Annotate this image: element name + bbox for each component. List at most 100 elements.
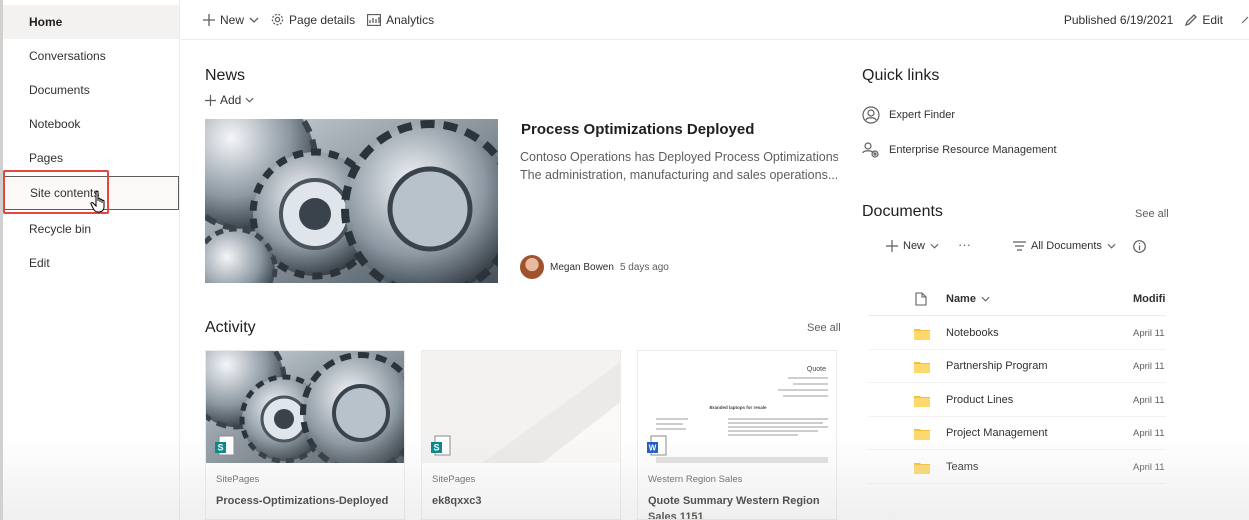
- page-details-button[interactable]: Page details: [271, 13, 355, 27]
- row-name[interactable]: Product Lines: [946, 394, 1013, 406]
- nav-item-home[interactable]: Home: [3, 5, 179, 39]
- activity-card[interactable]: S SitePages Process-Optimizations-Deploy…: [205, 350, 405, 520]
- post-time: 5 days ago: [619, 261, 669, 273]
- card-meta: Western Region Sales: [648, 474, 743, 485]
- card-meta: SitePages: [432, 474, 476, 485]
- gear-icon: [271, 13, 284, 26]
- people-settings-icon: [862, 142, 879, 158]
- info-icon: [1133, 239, 1146, 253]
- news-add-button[interactable]: Add: [205, 93, 254, 107]
- chevron-down-icon: [249, 17, 259, 23]
- quicklink-label: Expert Finder: [889, 109, 956, 121]
- folder-icon: [914, 362, 930, 373]
- news-image[interactable]: [205, 119, 498, 283]
- more-options-button[interactable]: ···: [958, 234, 971, 254]
- avatar: [520, 255, 544, 279]
- activity-card[interactable]: S SitePages ek8qxxc3: [421, 350, 621, 520]
- new-label: New: [220, 12, 245, 27]
- table-row[interactable]: Teams April 11: [868, 451, 1166, 484]
- nav-item-label: Recycle bin: [29, 222, 92, 236]
- documents-new-button[interactable]: New: [886, 236, 939, 256]
- table-row[interactable]: Product Lines April 11: [868, 384, 1166, 417]
- modified-column-header[interactable]: Modifi: [1133, 293, 1165, 305]
- analytics-label: Analytics: [386, 12, 435, 27]
- nav-item-edit[interactable]: Edit: [3, 246, 179, 280]
- name-column-label: Name: [946, 293, 976, 305]
- chevron-down-icon: [245, 97, 254, 103]
- quicklink-label: Enterprise Resource Management: [889, 144, 1057, 156]
- news-title-link[interactable]: Process Optimizations Deployed: [521, 121, 754, 138]
- sharepoint-page-icon: S: [431, 435, 451, 456]
- view-label: All Documents: [1031, 240, 1102, 252]
- nav-item-label: Pages: [29, 151, 64, 165]
- row-modified: April 11: [1133, 395, 1165, 406]
- svg-text:S: S: [433, 443, 439, 453]
- nav-item-documents[interactable]: Documents: [3, 73, 179, 107]
- card-title: ek8qxxc3: [432, 495, 482, 507]
- folder-icon: [914, 463, 930, 474]
- row-name[interactable]: Project Management: [946, 427, 1048, 439]
- edit-label: Edit: [1202, 13, 1223, 27]
- table-row[interactable]: Project Management April 11: [868, 417, 1166, 450]
- news-author: Megan Bowen 5 days ago: [520, 255, 669, 279]
- row-name[interactable]: Notebooks: [946, 327, 999, 339]
- row-modified: April 11: [1133, 462, 1165, 473]
- new-button[interactable]: New: [203, 13, 259, 27]
- expand-icon[interactable]: [1241, 16, 1249, 24]
- view-selector[interactable]: All Documents: [1013, 236, 1116, 256]
- news-desc-line2: The administration, manufacturing and sa…: [520, 167, 838, 182]
- author-name[interactable]: Megan Bowen: [550, 262, 614, 273]
- activity-heading: Activity: [205, 319, 256, 336]
- hand-cursor-icon: [90, 190, 105, 213]
- person-search-icon: [862, 106, 880, 124]
- svg-text:W: W: [649, 444, 657, 453]
- folder-icon: [914, 396, 930, 407]
- chevron-down-icon: [930, 243, 939, 249]
- card-thumbnail: S: [206, 351, 404, 463]
- activity-see-all-link[interactable]: See all: [807, 322, 841, 334]
- nav-item-notebook[interactable]: Notebook: [3, 107, 179, 141]
- row-name[interactable]: Teams: [946, 461, 978, 473]
- name-column-header[interactable]: Name: [946, 293, 990, 305]
- svg-text:S: S: [217, 443, 223, 453]
- quicklink-enterprise-resource[interactable]: Enterprise Resource Management: [862, 141, 1057, 159]
- nav-item-label: Documents: [29, 83, 90, 97]
- card-thumbnail: Quote Branded laptops for resale W: [638, 351, 836, 463]
- command-bar: New Page details Analytics Published 6/1…: [181, 0, 1249, 40]
- edit-page-button[interactable]: Edit: [1185, 13, 1223, 27]
- page-details-label: Page details: [289, 12, 356, 27]
- published-status: Published 6/19/2021: [1063, 13, 1174, 27]
- word-document-icon: W: [647, 435, 667, 456]
- table-row[interactable]: Partnership Program April 11: [868, 350, 1166, 383]
- nav-item-label: Home: [29, 15, 63, 29]
- row-modified: April 11: [1133, 428, 1165, 439]
- gears-image: [205, 119, 498, 283]
- command-bar-right: Published 6/19/2021 Edit: [1064, 0, 1249, 40]
- documents-heading: Documents: [862, 203, 943, 220]
- card-title: Process-Optimizations-Deployed: [216, 495, 389, 507]
- table-row[interactable]: Notebooks April 11: [868, 317, 1166, 350]
- nav-item-conversations[interactable]: Conversations: [3, 39, 179, 73]
- folder-icon: [914, 329, 930, 340]
- nav-item-label: Edit: [29, 256, 50, 270]
- quicklink-expert-finder[interactable]: Expert Finder: [862, 106, 955, 124]
- plus-icon: [203, 13, 215, 26]
- file-type-icon[interactable]: [915, 292, 927, 306]
- row-modified: April 11: [1133, 328, 1165, 339]
- add-label: Add: [220, 93, 242, 107]
- chevron-down-icon: [981, 296, 990, 302]
- folder-icon: [914, 429, 930, 440]
- nav-item-recycle-bin[interactable]: Recycle bin: [3, 212, 179, 246]
- quicklinks-heading: Quick links: [862, 67, 940, 84]
- card-title: Quote Summary Western Region Sales 1151: [648, 495, 820, 520]
- analytics-button[interactable]: Analytics: [367, 13, 434, 27]
- documents-table-header: Name Modifi: [868, 284, 1166, 316]
- info-button[interactable]: [1133, 236, 1146, 256]
- documents-see-all-link[interactable]: See all: [1135, 208, 1169, 220]
- row-name[interactable]: Partnership Program: [946, 360, 1048, 372]
- doc-new-label: New: [903, 240, 926, 252]
- nav-item-label: Conversations: [29, 49, 106, 63]
- activity-card[interactable]: Quote Branded laptops for resale W Weste…: [637, 350, 837, 520]
- card-meta: SitePages: [216, 474, 260, 485]
- sharepoint-page-icon: S: [215, 435, 235, 456]
